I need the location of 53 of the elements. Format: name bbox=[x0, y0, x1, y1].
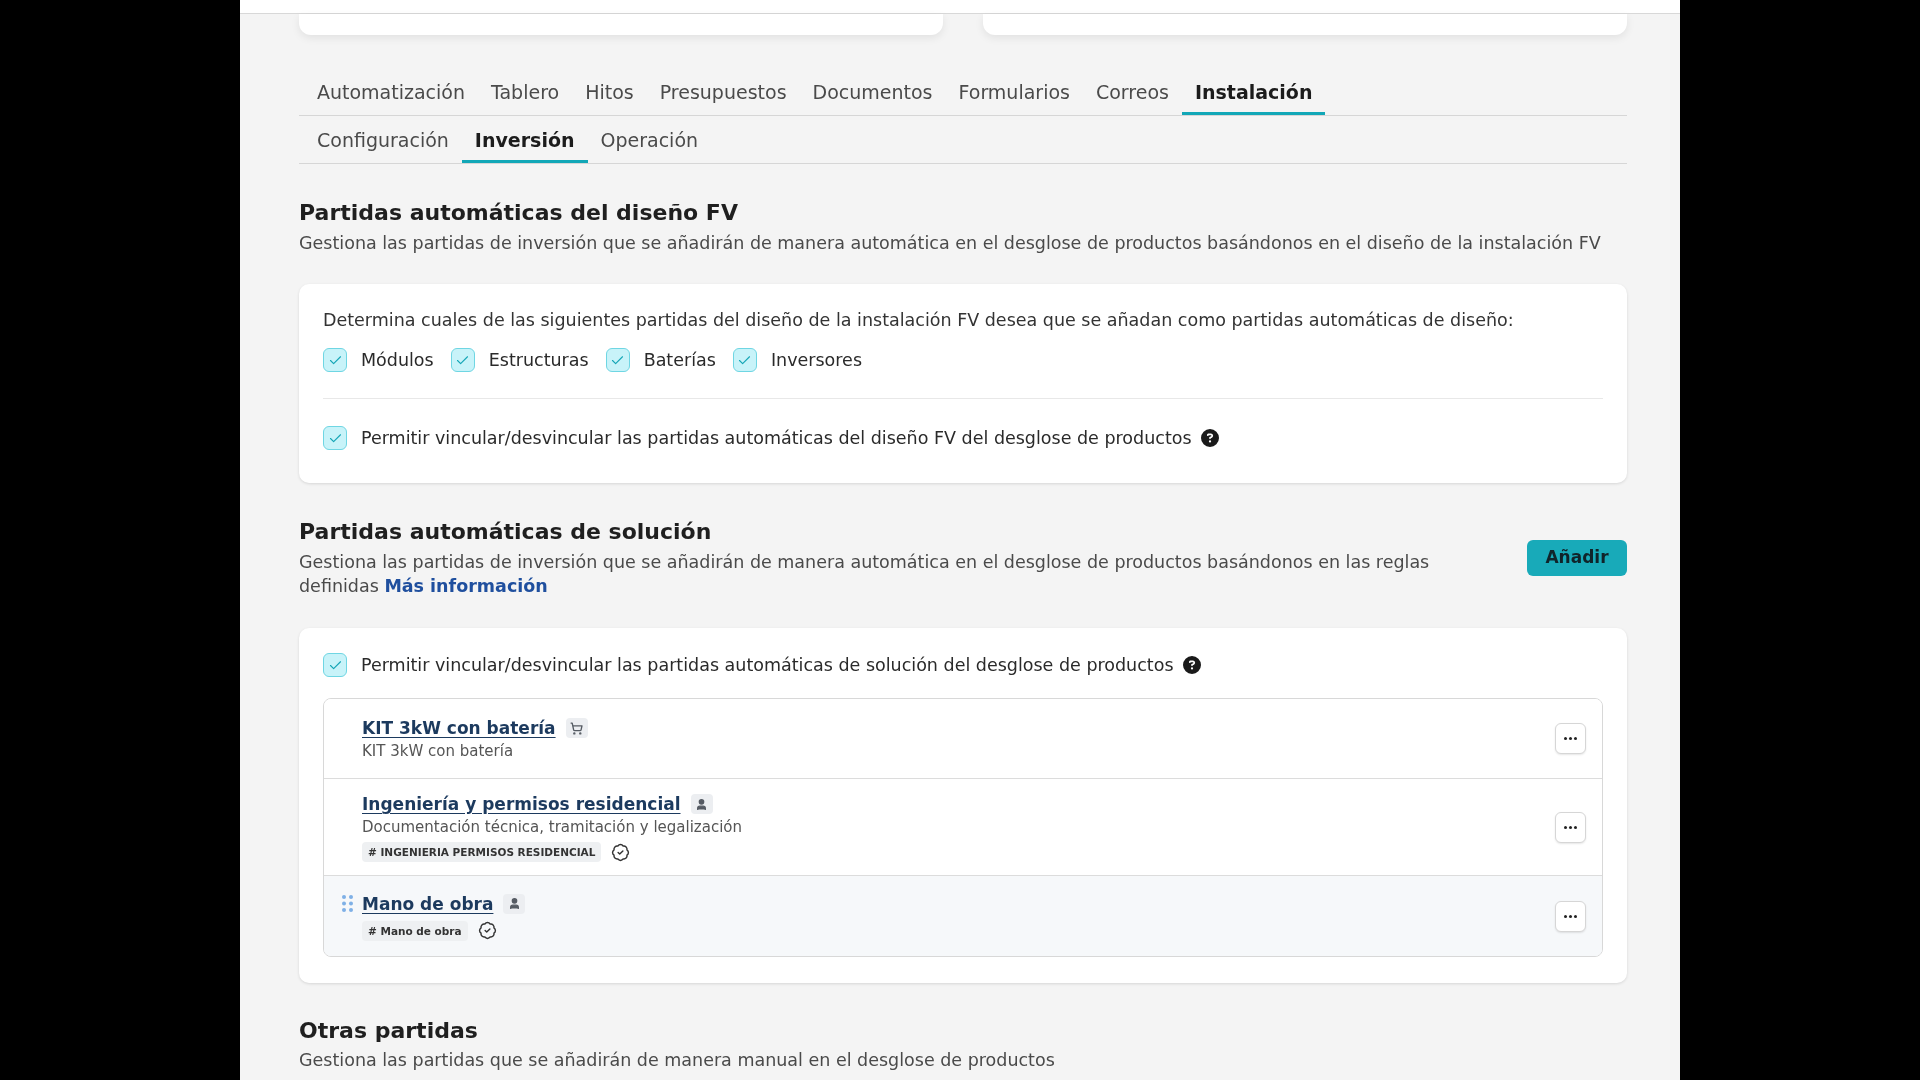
checkbox-label: Inversores bbox=[770, 349, 862, 372]
person-icon bbox=[503, 893, 526, 914]
section-description: Gestiona las partidas de inversión que se añadirán de manera automática en el desglose de productos basándonos en las reglas definidas Más información bbox=[299, 551, 1431, 598]
section-title: Otras partidas bbox=[299, 1017, 479, 1045]
checkbox-label: Baterías bbox=[643, 349, 716, 372]
section-description: Gestiona las partidas que se añadirán de manera manual en el desglose de productos bbox=[299, 1049, 1056, 1072]
tab[interactable]: Presupuestos bbox=[646, 69, 800, 115]
checkbox-label: Permitir vincular/desvincular las partidas automáticas del diseño FV del desglose de productos bbox=[361, 427, 1192, 450]
more-button[interactable] bbox=[1555, 811, 1586, 843]
tag: # INGENIERIA PERMISOS RESIDENCIAL bbox=[362, 842, 602, 862]
tab[interactable]: Formularios bbox=[945, 69, 1083, 115]
help-icon[interactable] bbox=[1182, 656, 1201, 674]
section-title: Partidas automáticas del diseño FV bbox=[299, 199, 739, 227]
tab[interactable]: Inversión bbox=[461, 117, 588, 163]
item-description: Documentación técnica, tramitación y legalización bbox=[362, 817, 742, 837]
more-button[interactable] bbox=[1555, 723, 1586, 754]
item-title-link[interactable]: KIT 3kW con batería bbox=[362, 716, 556, 740]
tab[interactable]: Automatización bbox=[304, 69, 478, 115]
checkbox[interactable] bbox=[450, 348, 475, 372]
more-info-link[interactable]: Más información bbox=[384, 576, 548, 596]
tab[interactable]: Tablero bbox=[478, 69, 573, 115]
ellipsis-icon bbox=[1564, 914, 1577, 918]
card-prompt: Determina cuales de las siguientes partidas del diseño de la instalación FV desea que se añadan como partidas automáticas de diseño: bbox=[323, 309, 1515, 332]
person-icon bbox=[690, 794, 713, 814]
item-title-link[interactable]: Mano de obra bbox=[362, 891, 494, 916]
tab[interactable]: Correos bbox=[1082, 69, 1182, 115]
list-row[interactable]: Mano de obra # Mano de obra bbox=[324, 876, 1602, 956]
item-title-link[interactable]: Ingeniería y permisos residencial bbox=[362, 792, 681, 816]
list-row[interactable]: KIT 3kW con batería KIT 3kW con batería bbox=[324, 699, 1602, 779]
item-description: KIT 3kW con batería bbox=[362, 741, 514, 761]
ellipsis-icon bbox=[1564, 737, 1577, 740]
checkbox-label: Permitir vincular/desvincular las partidas automáticas de solución del desglose de productos bbox=[361, 654, 1174, 677]
checkbox-label: Estructuras bbox=[488, 349, 589, 372]
checkbox[interactable] bbox=[605, 348, 630, 372]
tag: # Mano de obra bbox=[362, 920, 468, 941]
tab[interactable]: Hitos bbox=[572, 69, 647, 115]
section-title: Partidas automáticas de solución bbox=[299, 518, 713, 546]
tab[interactable]: Operación bbox=[587, 117, 712, 163]
more-button[interactable] bbox=[1555, 900, 1586, 932]
cart-icon bbox=[565, 718, 588, 738]
tab[interactable]: Documentos bbox=[799, 69, 946, 115]
tab[interactable]: Configuración bbox=[304, 117, 462, 163]
section-description: Gestiona las partidas de inversión que se añadirán de manera automática en el desglose de productos basándonos en el diseño de la instalación FV bbox=[299, 232, 1602, 255]
checkbox[interactable] bbox=[323, 653, 347, 677]
checkbox-label: Módulos bbox=[361, 349, 434, 372]
checkbox[interactable] bbox=[323, 426, 347, 450]
add-button[interactable]: Añadir bbox=[1527, 540, 1627, 576]
drag-handle-icon[interactable] bbox=[342, 895, 353, 912]
checkbox[interactable] bbox=[732, 348, 757, 372]
checkbox[interactable] bbox=[323, 348, 347, 372]
tab[interactable]: Instalación bbox=[1181, 69, 1326, 115]
help-icon[interactable] bbox=[1200, 429, 1219, 447]
ellipsis-icon bbox=[1564, 825, 1577, 829]
